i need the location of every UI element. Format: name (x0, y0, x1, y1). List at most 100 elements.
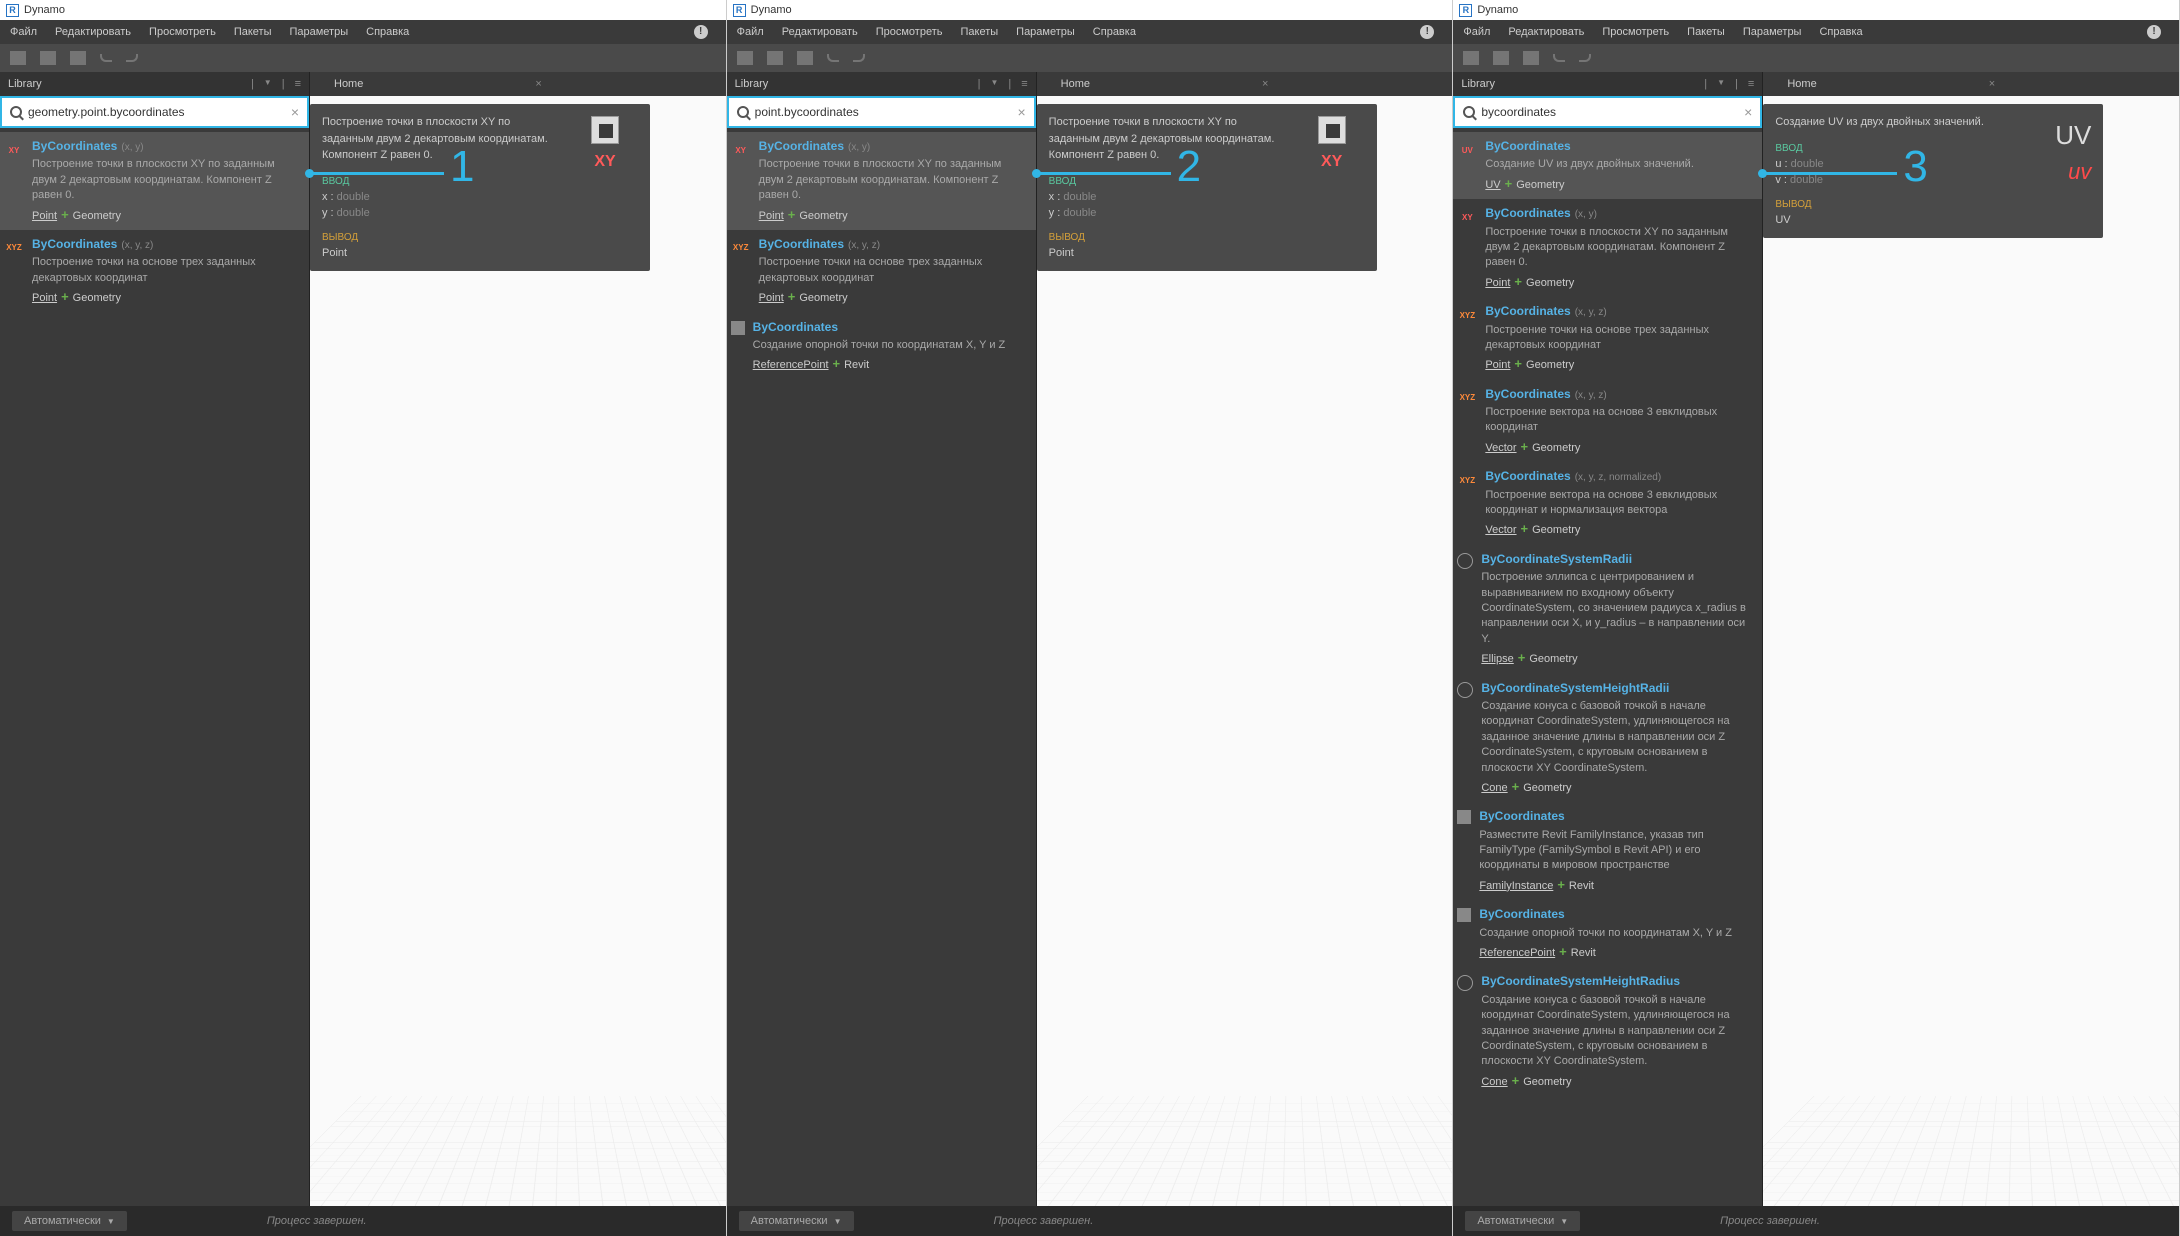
undo-icon[interactable] (100, 54, 112, 62)
result-item[interactable]: XYZByCoordinates(x, y, z)Построение точк… (1453, 297, 1762, 380)
open-file-icon[interactable] (1493, 51, 1509, 65)
save-file-icon[interactable] (797, 51, 813, 65)
result-item[interactable]: XYByCoordinates(x, y)Построение точки в … (1453, 199, 1762, 297)
workspace-canvas[interactable]: Создание UV из двух двойных значений.UVu… (1763, 96, 2179, 1206)
result-item[interactable]: XYZByCoordinates(x, y, z)Построение точк… (0, 230, 309, 313)
result-item[interactable]: XYByCoordinates(x, y)Построение точки в … (0, 132, 309, 230)
open-file-icon[interactable] (40, 51, 56, 65)
result-item[interactable]: UVByCoordinatesСоздание UV из двух двойн… (1453, 132, 1762, 199)
undo-icon[interactable] (827, 54, 839, 62)
menu-item[interactable]: Пакеты (960, 26, 998, 38)
menu-item[interactable]: Пакеты (1687, 26, 1725, 38)
menu-item[interactable]: Редактировать (1508, 26, 1584, 38)
list-icon[interactable]: ≡ (1021, 78, 1027, 90)
filter-icon[interactable]: ▼ (990, 78, 998, 90)
save-file-icon[interactable] (1523, 51, 1539, 65)
shape-icon (1457, 975, 1473, 991)
result-path: Cone (1481, 1076, 1507, 1088)
result-item[interactable]: ByCoordinatesСоздание опорной точки по к… (727, 313, 1036, 380)
clear-icon[interactable]: × (1744, 104, 1752, 120)
result-item[interactable]: ByCoordinateSystemRadiiПостроение эллипс… (1453, 545, 1762, 674)
library-header: Library|▼|≡ (0, 72, 309, 96)
result-item[interactable]: XYByCoordinates(x, y)Построение точки в … (727, 132, 1036, 230)
workspace-canvas[interactable]: Построение точки в плоскости XY по задан… (310, 96, 726, 1206)
divider-icon: | (1735, 78, 1738, 90)
menu-item[interactable]: Справка (1819, 26, 1862, 38)
menu-item[interactable]: Просмотреть (1602, 26, 1669, 38)
open-file-icon[interactable] (767, 51, 783, 65)
result-description: Построение эллипса с центрированием и вы… (1481, 570, 1754, 647)
menu-item[interactable]: Параметры (1016, 26, 1075, 38)
search-box[interactable]: × (1453, 96, 1762, 128)
result-category: Geometry (799, 210, 847, 222)
info-icon[interactable]: ! (694, 25, 708, 39)
menu-item[interactable]: Файл (737, 26, 764, 38)
status-bar: Автоматически▼Процесс завершен. (0, 1206, 726, 1236)
plus-icon: + (1521, 521, 1529, 536)
menu-item[interactable]: Файл (1463, 26, 1490, 38)
clear-icon[interactable]: × (1017, 104, 1025, 120)
result-item[interactable]: ByCoordinateSystemHeightRadiusСоздание к… (1453, 967, 1762, 1096)
search-input[interactable] (1481, 105, 1744, 119)
divider-icon: | (251, 78, 254, 90)
app-icon: R (733, 4, 746, 17)
search-box[interactable]: × (0, 96, 309, 128)
result-category: Geometry (1529, 653, 1577, 665)
new-file-icon[interactable] (737, 51, 753, 65)
search-input[interactable] (755, 105, 1018, 119)
close-tab-icon[interactable]: × (1989, 78, 1995, 90)
result-path: Ellipse (1481, 653, 1513, 665)
tab-home[interactable]: Home (1049, 78, 1102, 90)
filter-icon[interactable]: ▼ (1717, 78, 1725, 90)
result-item[interactable]: XYZByCoordinates(x, y, z, normalized)Пос… (1453, 462, 1762, 545)
filter-icon[interactable]: ▼ (264, 78, 272, 90)
run-mode-dropdown[interactable]: Автоматически▼ (1465, 1211, 1580, 1231)
menu-item[interactable]: Редактировать (55, 26, 131, 38)
list-icon[interactable]: ≡ (295, 78, 301, 90)
menu-item[interactable]: Параметры (289, 26, 348, 38)
result-category: Geometry (1532, 524, 1580, 536)
workspace-canvas[interactable]: Построение точки в плоскости XY по задан… (1037, 96, 1453, 1206)
menu-item[interactable]: Файл (10, 26, 37, 38)
result-signature: (x, y, z) (1575, 307, 1607, 318)
search-box[interactable]: × (727, 96, 1036, 128)
app-icon: R (6, 4, 19, 17)
tab-bar: Home × (310, 72, 726, 96)
result-signature: (x, y, z) (121, 240, 153, 251)
search-icon (737, 106, 749, 118)
result-item[interactable]: ByCoordinateSystemHeightRadiiСоздание ко… (1453, 674, 1762, 803)
save-file-icon[interactable] (70, 51, 86, 65)
plus-icon: + (788, 207, 796, 222)
menu-item[interactable]: Просмотреть (876, 26, 943, 38)
result-content: ByCoordinates(x, y)Построение точки в пл… (32, 138, 301, 224)
result-item[interactable]: XYZByCoordinates(x, y, z)Построение точк… (727, 230, 1036, 313)
close-tab-icon[interactable]: × (1262, 78, 1268, 90)
redo-icon[interactable] (126, 54, 138, 62)
menu-item[interactable]: Редактировать (782, 26, 858, 38)
redo-icon[interactable] (853, 54, 865, 62)
result-item[interactable]: ByCoordinatesРазместите Revit FamilyInst… (1453, 802, 1762, 900)
library-controls: |▼|≡ (978, 78, 1028, 90)
tab-home[interactable]: Home (1775, 78, 1828, 90)
menu-item[interactable]: Просмотреть (149, 26, 216, 38)
undo-icon[interactable] (1553, 54, 1565, 62)
menu-item[interactable]: Справка (366, 26, 409, 38)
new-file-icon[interactable] (1463, 51, 1479, 65)
info-icon[interactable]: ! (2147, 25, 2161, 39)
tab-home[interactable]: Home (322, 78, 375, 90)
search-input[interactable] (28, 105, 291, 119)
menu-item[interactable]: Параметры (1743, 26, 1802, 38)
run-mode-dropdown[interactable]: Автоматически▼ (739, 1211, 854, 1231)
list-icon[interactable]: ≡ (1748, 78, 1754, 90)
clear-icon[interactable]: × (291, 104, 299, 120)
menu-item[interactable]: Справка (1093, 26, 1136, 38)
info-icon[interactable]: ! (1420, 25, 1434, 39)
redo-icon[interactable] (1579, 54, 1591, 62)
new-file-icon[interactable] (10, 51, 26, 65)
run-mode-dropdown[interactable]: Автоматически▼ (12, 1211, 127, 1231)
result-item[interactable]: ByCoordinatesСоздание опорной точки по к… (1453, 900, 1762, 967)
close-tab-icon[interactable]: × (535, 78, 541, 90)
chevron-down-icon: ▼ (834, 1217, 842, 1226)
result-item[interactable]: XYZByCoordinates(x, y, z)Построение вект… (1453, 380, 1762, 463)
menu-item[interactable]: Пакеты (234, 26, 272, 38)
